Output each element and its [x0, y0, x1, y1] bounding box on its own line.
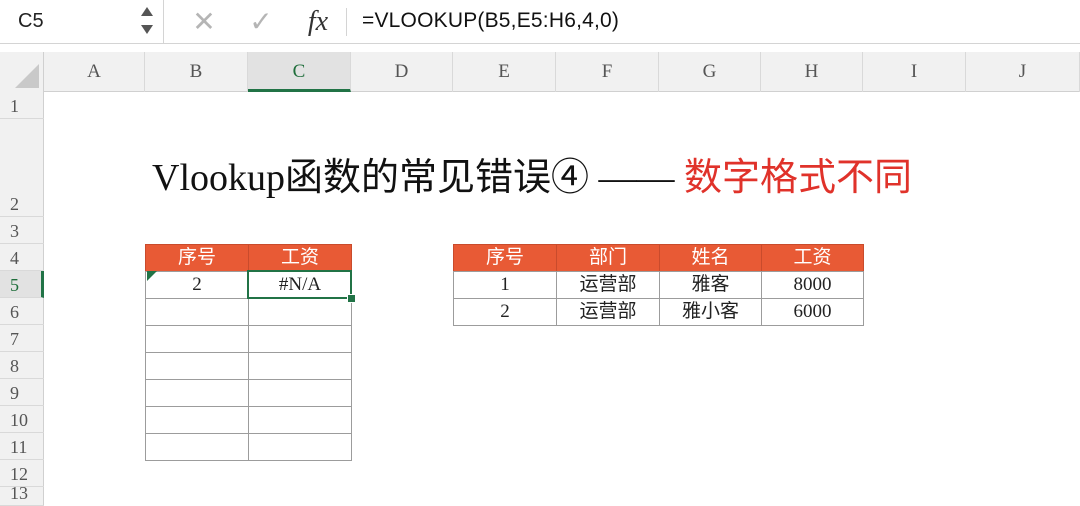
row-header-8[interactable]: 8 — [0, 352, 44, 379]
column-header-j[interactable]: J — [966, 52, 1080, 92]
row-header-11[interactable]: 11 — [0, 433, 44, 460]
row-number: 3 — [10, 221, 19, 241]
row-number: 6 — [10, 302, 19, 322]
row-number: 9 — [10, 383, 19, 403]
left_table-header-cell[interactable]: 序号 — [145, 244, 249, 272]
column-header-h[interactable]: H — [761, 52, 863, 92]
left_table-cell[interactable]: 2 — [145, 271, 249, 299]
enter-icon[interactable]: ✓ — [243, 4, 279, 40]
column-header-a[interactable]: A — [44, 52, 145, 92]
insert-function-icon[interactable]: fx — [300, 4, 336, 40]
right_table-cell[interactable]: 1 — [453, 271, 557, 299]
row-header-10[interactable]: 10 — [0, 406, 44, 433]
right_table-header-cell[interactable]: 工资 — [761, 244, 864, 272]
row-header-7[interactable]: 7 — [0, 325, 44, 352]
left_table-cell[interactable] — [145, 352, 249, 380]
name-box-value[interactable]: C5 — [18, 10, 44, 33]
select-all-button[interactable] — [0, 52, 44, 92]
column-header-e[interactable]: E — [453, 52, 556, 92]
right_table-header-cell[interactable]: 序号 — [453, 244, 557, 272]
row-header-6[interactable]: 6 — [0, 298, 44, 325]
row-header-2[interactable]: 2 — [0, 119, 44, 217]
left_table-cell[interactable] — [248, 406, 352, 434]
column-header-f[interactable]: F — [556, 52, 659, 92]
right_table-cell[interactable]: 运营部 — [556, 271, 660, 299]
left_table-cell[interactable] — [248, 352, 352, 380]
right_table-cell[interactable]: 雅小客 — [659, 298, 762, 326]
left_table-cell[interactable] — [248, 379, 352, 407]
column-header-b[interactable]: B — [145, 52, 248, 92]
column-header-bar: ABCDEFGHIJ — [0, 52, 1080, 92]
column-header-i[interactable]: I — [863, 52, 966, 92]
row-header-4[interactable]: 4 — [0, 244, 44, 271]
left_table-cell[interactable] — [145, 433, 249, 461]
row-number: 13 — [10, 483, 28, 503]
row-header-3[interactable]: 3 — [0, 217, 44, 244]
left_table-cell[interactable] — [248, 325, 352, 353]
row-number: 8 — [10, 356, 19, 376]
right_table-cell[interactable]: 运营部 — [556, 298, 660, 326]
row-number: 1 — [10, 96, 19, 116]
row-header-13[interactable]: 13 — [0, 483, 44, 506]
formula-input[interactable]: =VLOOKUP(B5,E5:H6,4,0) — [362, 9, 619, 33]
row-header-9[interactable]: 9 — [0, 379, 44, 406]
title-main: Vlookup函数的常见错误④ —— — [152, 157, 685, 199]
number-as-text-indicator-icon[interactable] — [147, 271, 157, 281]
left_table-cell[interactable] — [145, 298, 249, 326]
right_table-cell[interactable]: 6000 — [761, 298, 864, 326]
sheet-title: Vlookup函数的常见错误④ —— 数字格式不同 — [152, 146, 912, 201]
right_table-cell[interactable]: 雅客 — [659, 271, 762, 299]
row-number: 4 — [10, 248, 19, 268]
row-number: 5 — [10, 275, 19, 295]
fill-handle[interactable] — [347, 294, 356, 303]
column-header-d[interactable]: D — [351, 52, 453, 92]
right_table-header-cell[interactable]: 姓名 — [659, 244, 762, 272]
cancel-icon[interactable]: ✕ — [186, 4, 222, 40]
row-number: 10 — [10, 410, 28, 430]
left_table-cell[interactable] — [248, 433, 352, 461]
left_table-cell[interactable] — [145, 379, 249, 407]
left_table-header-cell[interactable]: 工资 — [248, 244, 352, 272]
row-number: 7 — [10, 329, 19, 349]
left_table-cell[interactable] — [248, 298, 352, 326]
left_table-cell[interactable] — [145, 406, 249, 434]
title-highlight: 数字格式不同 — [684, 157, 913, 199]
name-box[interactable]: C5 — [0, 0, 164, 44]
row-header-5[interactable]: 5 — [0, 271, 44, 298]
row-number: 2 — [10, 194, 19, 214]
formula-bar-divider — [346, 8, 347, 36]
row-number: 11 — [10, 437, 28, 457]
row-header-1[interactable]: 1 — [0, 92, 44, 119]
row-number: 12 — [10, 464, 28, 484]
active-cell-border — [247, 270, 356, 303]
column-header-c[interactable]: C — [248, 52, 351, 92]
right_table-cell[interactable]: 2 — [453, 298, 557, 326]
left_table-cell[interactable] — [145, 325, 249, 353]
row-header-bar: 1 2 3 4 5 6 7 8 9 10 11 12 13 — [0, 92, 44, 506]
right_table-header-cell[interactable]: 部门 — [556, 244, 660, 272]
formula-bar: C5 ✕ ✓ fx =VLOOKUP(B5,E5:H6,4,0) — [0, 0, 1080, 44]
right_table-cell[interactable]: 8000 — [761, 271, 864, 299]
column-header-g[interactable]: G — [659, 52, 761, 92]
name-box-stepper-icon[interactable] — [140, 2, 154, 42]
